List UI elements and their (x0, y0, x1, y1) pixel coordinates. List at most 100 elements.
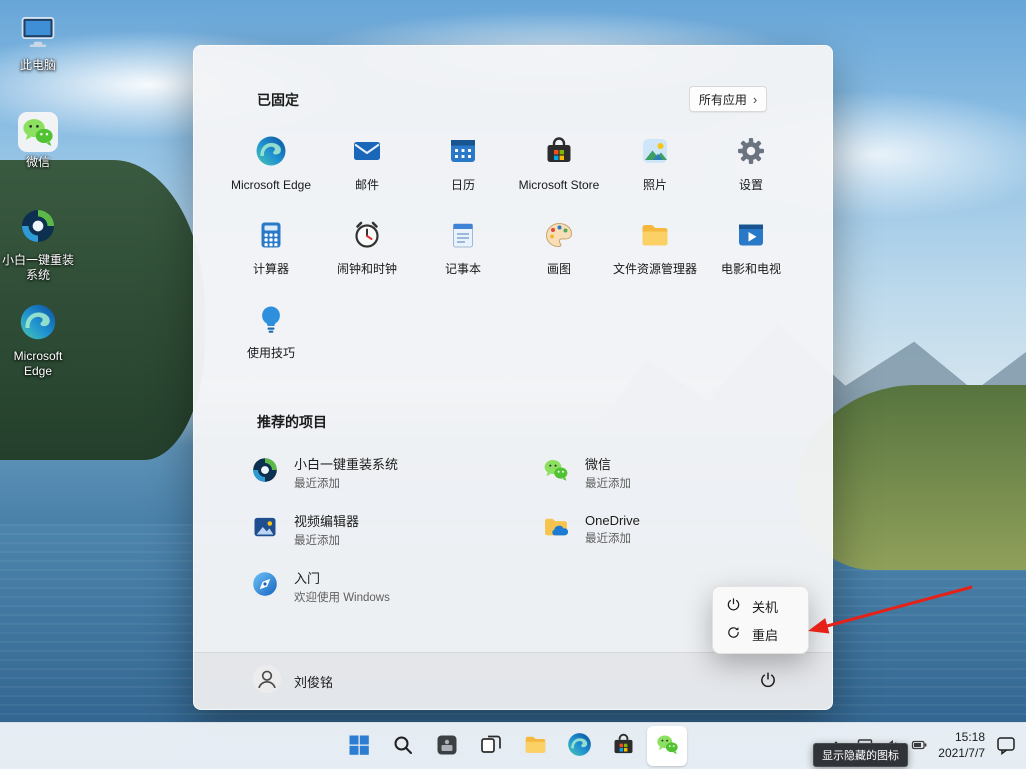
mail-icon (351, 135, 383, 172)
taskbar-search-button[interactable] (383, 726, 423, 766)
all-apps-label: 所有应用 (698, 92, 747, 107)
battery-icon (911, 737, 927, 756)
pinned-app-notepad[interactable]: 记事本 (415, 219, 511, 303)
battery-tray-button[interactable] (909, 735, 929, 758)
desktop-icon-label: 小白一键重装系统 (1, 253, 74, 282)
alarm-clock-icon (351, 219, 383, 256)
pinned-app-mail[interactable]: 邮件 (319, 135, 415, 219)
taskbar-pinned-app-button[interactable] (427, 726, 467, 766)
pinned-app-calendar[interactable]: 日历 (415, 135, 511, 219)
wechat-icon (542, 456, 570, 489)
user-profile-button[interactable]: 刘俊铭 (252, 664, 333, 699)
app-label: 画图 (546, 262, 571, 276)
desktop-icon-this-pc[interactable]: 此电脑 (0, 12, 76, 73)
task-view-button[interactable] (471, 726, 511, 766)
wechat-icon (18, 112, 58, 152)
edge-icon (19, 303, 57, 346)
desktop-icon-label: 微信 (25, 155, 50, 169)
edge-icon (255, 135, 287, 172)
app-label: Microsoft Edge (230, 178, 312, 192)
restart-menu-item[interactable]: 重启 (717, 620, 804, 648)
task-view-icon (479, 733, 503, 760)
recommended-item-get-started[interactable]: 入门 欢迎使用 Windows (241, 558, 532, 615)
edge-button[interactable] (559, 726, 599, 766)
clock-time: 15:18 (954, 730, 985, 745)
restart-icon (726, 625, 741, 643)
pinned-app-calculator[interactable]: 计算器 (223, 219, 319, 303)
file-explorer-icon (639, 219, 671, 256)
recommended-subtitle: 欢迎使用 Windows (294, 592, 390, 604)
pinned-app-tips[interactable]: 使用技巧 (223, 303, 319, 387)
wechat-button[interactable] (647, 726, 687, 766)
onedrive-icon (542, 513, 570, 546)
notification-center-button[interactable] (994, 733, 1018, 760)
show-hidden-icons-tooltip: 显示隐藏的图标 (813, 743, 908, 767)
power-menu: 关机 重启 (712, 586, 809, 654)
recommended-item-wechat[interactable]: 微信 最近添加 (532, 444, 823, 501)
comment-bubble-icon (996, 735, 1016, 758)
power-icon (759, 671, 777, 692)
taskbar-clock[interactable]: 15:18 2021/7/7 (938, 730, 985, 761)
recommended-item-onedrive[interactable]: OneDrive 最近添加 (532, 501, 823, 558)
taskbar-start-button[interactable] (339, 726, 379, 766)
pinned-app-settings[interactable]: 设置 (703, 135, 799, 219)
desktop-icon-edge[interactable]: Microsoft Edge (0, 303, 76, 379)
app-label: 电影和电视 (720, 262, 781, 276)
recommended-subtitle: 最近添加 (294, 535, 340, 547)
paint-icon (543, 219, 575, 256)
microsoft-store-button[interactable] (603, 726, 643, 766)
photos-icon (639, 135, 671, 172)
pinned-app-edge[interactable]: Microsoft Edge (223, 135, 319, 219)
desktop-icon-label: 此电脑 (19, 58, 56, 72)
recommended-title: 小白一键重装系统 (294, 457, 399, 472)
wechat-icon (655, 732, 680, 760)
desktop-icon-xiaobai-reinstall[interactable]: 小白一键重装系统 (0, 207, 76, 283)
app-label: 闹钟和时钟 (336, 262, 397, 276)
pinned-app-paint[interactable]: 画图 (511, 219, 607, 303)
recommended-title: OneDrive (585, 513, 640, 528)
start-user-bar: 刘俊铭 (194, 652, 832, 709)
pinned-section-title: 已固定 (257, 92, 299, 108)
calculator-icon (255, 219, 287, 256)
xiaobai-reinstall-icon (251, 456, 279, 489)
pinned-app-photos[interactable]: 照片 (607, 135, 703, 219)
video-editor-icon (251, 513, 279, 546)
power-button[interactable] (750, 663, 786, 699)
app-label: Microsoft Store (518, 178, 600, 192)
pinned-app-file-explorer[interactable]: 文件资源管理器 (607, 219, 703, 303)
windows-logo-icon (347, 733, 371, 760)
pinned-app-movies-tv[interactable]: 电影和电视 (703, 219, 799, 303)
movies-tv-icon (735, 219, 767, 256)
clock-date: 2021/7/7 (938, 746, 985, 760)
recommended-title: 入门 (294, 571, 321, 586)
desktop-icon-label: Microsoft Edge (13, 349, 63, 378)
pinned-apps-grid: Microsoft Edge 邮件 日历 Microsoft Store 照片 … (223, 135, 799, 387)
app-label: 日历 (450, 178, 475, 192)
recommended-subtitle: 最近添加 (294, 478, 340, 490)
file-explorer-icon (523, 732, 548, 760)
chevron-right-icon: › (752, 91, 758, 107)
app-label: 文件资源管理器 (612, 262, 697, 276)
edge-icon (567, 732, 592, 760)
all-apps-button[interactable]: 所有应用 › (689, 86, 767, 112)
app-label: 照片 (642, 178, 667, 192)
recommended-item-video-editor[interactable]: 视频编辑器 最近添加 (241, 501, 532, 558)
xiaobai-reinstall-icon (19, 207, 57, 250)
app-label: 使用技巧 (246, 346, 295, 360)
store-icon (611, 732, 636, 760)
avatar (252, 664, 282, 699)
recommended-item-xiaobai[interactable]: 小白一键重装系统 最近添加 (241, 444, 532, 501)
desktop-icon-wechat[interactable]: 微信 (0, 112, 76, 170)
app-label: 记事本 (444, 262, 481, 276)
shutdown-icon (726, 597, 741, 615)
store-icon (543, 135, 575, 172)
shutdown-menu-item[interactable]: 关机 (717, 592, 804, 620)
pinned-app-alarms[interactable]: 闹钟和时钟 (319, 219, 415, 303)
settings-gear-icon (735, 135, 767, 172)
pinned-app-store[interactable]: Microsoft Store (511, 135, 607, 219)
recommended-section-title: 推荐的项目 (257, 414, 327, 430)
this-pc-icon (19, 12, 57, 55)
restart-label: 重启 (752, 627, 779, 643)
file-explorer-button[interactable] (515, 726, 555, 766)
shutdown-label: 关机 (752, 599, 779, 615)
